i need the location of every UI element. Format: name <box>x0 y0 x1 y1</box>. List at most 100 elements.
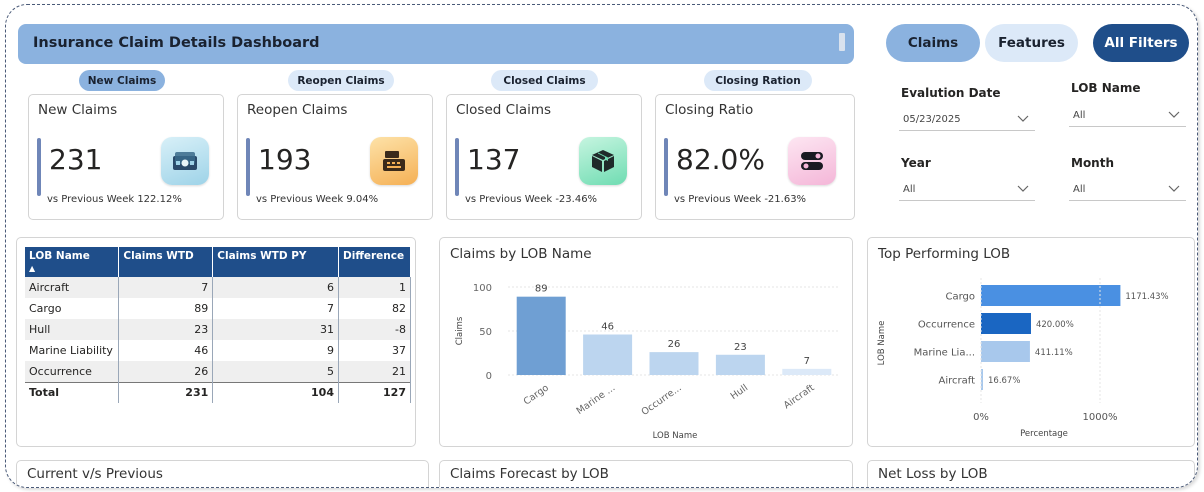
table-row[interactable]: Occurrence 26 5 21 <box>25 361 411 382</box>
x-tick-label: 0% <box>973 412 989 423</box>
chart-title: Current v/s Previous <box>27 466 163 482</box>
kpi-comparison: vs Previous Week -23.46% <box>465 194 598 205</box>
lob-claims-table-card: LOB Name ▲ Claims WTD Claims WTD PY Diffe… <box>16 237 416 447</box>
y-tick-label: 0 <box>486 371 492 382</box>
table-cell: 26 <box>118 361 214 382</box>
table-cell: 9 <box>212 340 339 361</box>
kpi-card-reopen-claims: Reopen Claims 193 vs Previous Week 9.04% <box>237 94 433 220</box>
data-label: 26 <box>668 339 681 350</box>
table-cell: 89 <box>118 298 214 319</box>
table-row[interactable]: Hull 23 31 -8 <box>25 319 411 340</box>
tab-new-claims[interactable]: New Claims <box>79 70 165 91</box>
data-label: 1171.43% <box>1125 292 1168 302</box>
data-label: 16.67% <box>988 376 1020 386</box>
column-header-lob-name[interactable]: LOB Name ▲ <box>25 247 120 277</box>
y-axis-label: LOB Name <box>877 321 887 366</box>
x-axis-label: LOB Name <box>653 431 698 441</box>
bar <box>981 341 1030 362</box>
kpi-comparison: vs Previous Week 122.12% <box>47 194 182 205</box>
y-tick-label: Marine Lia... <box>914 348 975 359</box>
kpi-value: 193 <box>258 143 312 176</box>
chart-title: Net Loss by LOB <box>878 466 988 482</box>
lob-name-value: All <box>1073 110 1086 121</box>
column-header-difference[interactable]: Difference <box>338 247 411 277</box>
claims-button[interactable]: Claims <box>886 24 980 62</box>
title-scrollbar[interactable] <box>839 33 845 51</box>
kpi-value: 82.0% <box>676 143 765 176</box>
claims-by-lob-card: Claims by LOB Name 0 50 100 Claims LOB Name 8… <box>439 237 853 447</box>
bar <box>782 368 832 375</box>
net-loss-card: Net Loss by LOB <box>867 460 1195 487</box>
claims-forecast-card: Claims Forecast by LOB <box>439 460 853 487</box>
table-row[interactable]: Cargo 89 7 82 <box>25 298 411 319</box>
current-vs-previous-card: Current v/s Previous <box>16 460 429 487</box>
table-cell: 23 <box>118 319 214 340</box>
y-tick-label: 50 <box>479 327 492 338</box>
bar <box>516 296 566 375</box>
y-tick-label: Cargo <box>945 292 975 303</box>
table-row[interactable]: Marine Liability 46 9 37 <box>25 340 411 361</box>
table-cell: 6 <box>212 277 339 298</box>
evaluation-date-dropdown[interactable]: 05/23/2025 <box>899 109 1035 131</box>
lob-name-label: LOB Name <box>1071 81 1141 95</box>
chevron-down-icon <box>1017 185 1029 192</box>
data-label: 89 <box>535 284 548 295</box>
chevron-down-icon <box>1168 111 1180 118</box>
kpi-accent-bar <box>246 138 250 196</box>
bar <box>583 334 633 375</box>
table-cell: 31 <box>212 319 339 340</box>
top-performing-lob-chart[interactable]: Cargo 1171.43% Occurrence 420.00% Marine Lia… <box>868 238 1194 443</box>
table-cell: 7 <box>212 298 339 319</box>
table-cell: Cargo <box>25 298 120 319</box>
table-row[interactable]: Aircraft 7 6 1 <box>25 277 411 298</box>
lob-name-dropdown[interactable]: All <box>1069 105 1186 127</box>
claims-by-lob-chart[interactable]: 0 50 100 Claims LOB Name 89 Cargo 46 Marine ... 2… <box>440 238 852 443</box>
tab-reopen-claims[interactable]: Reopen Claims <box>288 70 394 91</box>
table-total-row: Total 231 104 127 <box>25 381 411 403</box>
dashboard-frame: Insurance Claim Details Dashboard Claims… <box>5 4 1198 488</box>
toggle-icon <box>788 137 836 185</box>
lob-claims-table: LOB Name ▲ Claims WTD Claims WTD PY Diffe… <box>25 247 411 403</box>
table-cell: 21 <box>338 361 411 382</box>
year-value: All <box>903 184 916 195</box>
features-button[interactable]: Features <box>985 24 1078 62</box>
top-performing-lob-card: Top Performing LOB Cargo 1171.43% Occurren… <box>867 237 1195 447</box>
y-tick-label: Aircraft <box>938 376 975 387</box>
year-label: Year <box>901 156 931 170</box>
all-filters-button[interactable]: All Filters <box>1093 24 1189 62</box>
kpi-label: New Claims <box>38 102 118 118</box>
x-axis-label: Percentage <box>1020 429 1068 439</box>
data-label: 23 <box>734 342 747 353</box>
column-header-claims-wtd-py[interactable]: Claims WTD PY <box>212 247 339 277</box>
month-label: Month <box>1071 156 1115 170</box>
kpi-accent-bar <box>455 138 459 196</box>
table-cell: 231 <box>118 381 214 403</box>
bar <box>715 354 765 375</box>
table-cell: Aircraft <box>25 277 120 298</box>
x-tick-label: 1000% <box>1083 412 1118 423</box>
data-label: 7 <box>804 356 810 367</box>
kpi-label: Closing Ratio <box>665 102 754 118</box>
kpi-value: 137 <box>467 143 521 176</box>
month-value: All <box>1073 184 1086 195</box>
year-dropdown[interactable]: All <box>899 179 1035 201</box>
table-cell: 37 <box>338 340 411 361</box>
title-bar: Insurance Claim Details Dashboard <box>18 24 854 64</box>
bar <box>649 352 699 375</box>
tab-closing-ration[interactable]: Closing Ration <box>704 70 812 91</box>
page-title: Insurance Claim Details Dashboard <box>33 35 320 51</box>
x-tick-label: Aircraft <box>782 382 817 411</box>
y-tick-label: 100 <box>473 283 492 294</box>
column-header-claims-wtd[interactable]: Claims WTD <box>118 247 214 277</box>
table-cell: 5 <box>212 361 339 382</box>
table-cell: Total <box>25 381 120 403</box>
x-tick-label: Cargo <box>522 382 551 407</box>
table-cell: 1 <box>338 277 411 298</box>
money-icon <box>161 137 209 185</box>
kpi-accent-bar <box>37 138 41 196</box>
x-tick-label: Hull <box>729 382 750 402</box>
data-label: 420.00% <box>1036 320 1074 330</box>
tab-closed-claims[interactable]: Closed Claims <box>491 70 598 91</box>
y-tick-label: Occurrence <box>918 320 975 331</box>
month-dropdown[interactable]: All <box>1069 179 1186 201</box>
